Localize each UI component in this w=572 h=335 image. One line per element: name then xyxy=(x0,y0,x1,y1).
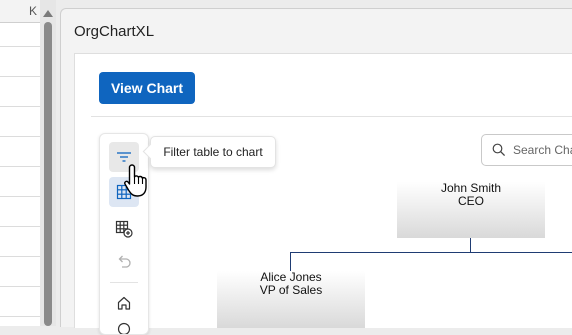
row-line xyxy=(0,136,40,137)
row-line xyxy=(0,46,40,47)
hand-cursor-icon xyxy=(124,164,147,197)
search-input[interactable]: Search Cha xyxy=(481,134,572,166)
row-line xyxy=(0,196,40,197)
undo-icon xyxy=(118,255,131,268)
undo-button[interactable] xyxy=(109,246,139,276)
row-line xyxy=(0,226,40,227)
column-header-label: K xyxy=(28,4,37,18)
connector-line xyxy=(470,238,471,252)
org-node-ceo[interactable]: John Smith CEO xyxy=(397,182,545,238)
view-chart-button[interactable]: View Chart xyxy=(99,72,195,104)
home-button[interactable] xyxy=(109,288,139,318)
divider xyxy=(91,116,572,117)
spreadsheet-grid[interactable]: K xyxy=(0,0,41,326)
row-line xyxy=(0,106,40,107)
scroll-up-icon[interactable] xyxy=(43,10,53,17)
toolbar-divider xyxy=(110,282,138,283)
node-title: VP of Sales xyxy=(259,283,323,297)
more-button[interactable] xyxy=(109,320,139,334)
filter-tooltip: Filter table to chart xyxy=(150,136,276,168)
connector-line xyxy=(290,252,572,253)
scroll-thumb[interactable] xyxy=(44,22,52,326)
search-icon xyxy=(492,143,506,157)
search-placeholder: Search Cha xyxy=(513,143,572,157)
pane-title: OrgChartXL xyxy=(74,23,155,40)
filter-icon xyxy=(117,152,131,162)
home-icon xyxy=(117,296,131,310)
row-line xyxy=(0,286,40,287)
zoom-icon xyxy=(117,322,131,334)
org-node-vp-sales[interactable]: Alice Jones VP of Sales xyxy=(217,271,365,328)
add-table-icon xyxy=(115,220,133,238)
column-header[interactable]: K xyxy=(0,0,40,23)
row-line xyxy=(0,166,40,167)
add-table-button[interactable] xyxy=(109,214,139,244)
vertical-scrollbar[interactable] xyxy=(40,0,56,326)
connector-line xyxy=(290,252,291,271)
node-title: CEO xyxy=(457,194,484,208)
row-line xyxy=(0,256,40,257)
row-line xyxy=(0,76,40,77)
row-line xyxy=(0,316,40,317)
